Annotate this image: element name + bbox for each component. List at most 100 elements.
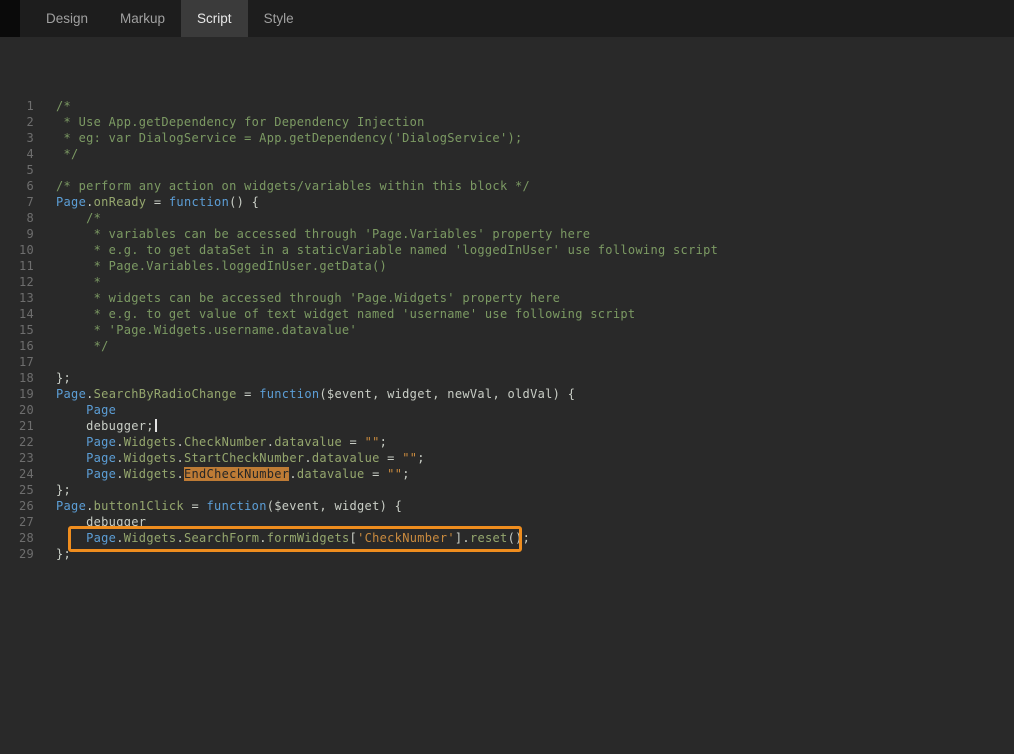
code-text: Page.Widgets.EndCheckNumber.datavalue = … xyxy=(34,466,410,482)
code-text: }; xyxy=(34,546,71,562)
code-line[interactable]: 26Page.button1Click = function($event, w… xyxy=(0,498,1014,514)
code-token: }; xyxy=(56,483,71,497)
code-token: (); xyxy=(508,531,531,545)
code-text: * xyxy=(34,274,101,290)
code-text: }; xyxy=(34,370,71,386)
line-number: 2 xyxy=(0,114,34,130)
tab-style[interactable]: Style xyxy=(248,0,310,37)
code-line[interactable]: 6/* perform any action on widgets/variab… xyxy=(0,178,1014,194)
code-line[interactable]: 11 * Page.Variables.loggedInUser.getData… xyxy=(0,258,1014,274)
code-line[interactable]: 2 * Use App.getDependency for Dependency… xyxy=(0,114,1014,130)
code-token: = xyxy=(365,467,388,481)
code-text: * 'Page.Widgets.username.datavalue' xyxy=(34,322,357,338)
line-number: 18 xyxy=(0,370,34,386)
code-line[interactable]: 1/* xyxy=(0,98,1014,114)
code-text: Page.SearchByRadioChange = function($eve… xyxy=(34,386,575,402)
line-number: 5 xyxy=(0,162,34,178)
code-text: debugger; xyxy=(34,418,157,434)
code-token: = xyxy=(184,499,207,513)
line-number: 24 xyxy=(0,466,34,482)
code-token: debugger; xyxy=(56,419,154,433)
code-text: /* xyxy=(34,98,71,114)
code-token: SearchByRadioChange xyxy=(94,387,237,401)
code-line[interactable]: 21 debugger; xyxy=(0,418,1014,434)
line-number: 27 xyxy=(0,514,34,530)
code-token: * widgets can be accessed through 'Page.… xyxy=(56,291,560,305)
code-line[interactable]: 4 */ xyxy=(0,146,1014,162)
line-number: 26 xyxy=(0,498,34,514)
line-number: 14 xyxy=(0,306,34,322)
code-token: () { xyxy=(229,195,259,209)
line-number: 16 xyxy=(0,338,34,354)
code-line[interactable]: 19Page.SearchByRadioChange = function($e… xyxy=(0,386,1014,402)
code-token: datavalue xyxy=(274,435,342,449)
tab-design[interactable]: Design xyxy=(30,0,104,37)
tab-script[interactable]: Script xyxy=(181,0,248,37)
tab-markup[interactable]: Markup xyxy=(104,0,181,37)
code-line[interactable]: 20 Page xyxy=(0,402,1014,418)
code-line[interactable]: 29}; xyxy=(0,546,1014,562)
code-text: Page.button1Click = function($event, wid… xyxy=(34,498,402,514)
code-line[interactable]: 5 xyxy=(0,162,1014,178)
code-token: * 'Page.Widgets.username.datavalue' xyxy=(56,323,357,337)
line-number: 29 xyxy=(0,546,34,562)
script-code-editor[interactable]: 1/*2 * Use App.getDependency for Depende… xyxy=(0,37,1014,754)
code-token: onReady xyxy=(94,195,147,209)
code-token: . xyxy=(176,531,184,545)
code-token: formWidgets xyxy=(267,531,350,545)
code-line[interactable]: 10 * e.g. to get dataSet in a staticVari… xyxy=(0,242,1014,258)
code-line[interactable]: 13 * widgets can be accessed through 'Pa… xyxy=(0,290,1014,306)
code-text: /* perform any action on widgets/variabl… xyxy=(34,178,530,194)
line-number: 15 xyxy=(0,322,34,338)
code-token: . xyxy=(304,451,312,465)
code-token: Page xyxy=(56,387,86,401)
code-token: /* xyxy=(56,99,71,113)
code-token: . xyxy=(116,467,124,481)
line-number: 3 xyxy=(0,130,34,146)
code-text: * e.g. to get dataSet in a staticVariabl… xyxy=(34,242,718,258)
code-line[interactable]: 25}; xyxy=(0,482,1014,498)
text-cursor xyxy=(155,419,157,432)
code-line[interactable]: 9 * variables can be accessed through 'P… xyxy=(0,226,1014,242)
code-line[interactable]: 17 xyxy=(0,354,1014,370)
code-line[interactable]: 27 debugger xyxy=(0,514,1014,530)
code-line[interactable]: 22 Page.Widgets.CheckNumber.datavalue = … xyxy=(0,434,1014,450)
code-lines: 1/*2 * Use App.getDependency for Depende… xyxy=(0,37,1014,562)
code-token: = xyxy=(380,451,403,465)
code-token: . xyxy=(259,531,267,545)
line-number: 9 xyxy=(0,226,34,242)
code-line[interactable]: 23 Page.Widgets.StartCheckNumber.dataval… xyxy=(0,450,1014,466)
code-token: . xyxy=(176,467,184,481)
code-line[interactable]: 24 Page.Widgets.EndCheckNumber.datavalue… xyxy=(0,466,1014,482)
code-line[interactable]: 18}; xyxy=(0,370,1014,386)
line-number: 11 xyxy=(0,258,34,274)
code-token xyxy=(56,435,86,449)
code-token xyxy=(56,467,86,481)
code-token: = xyxy=(237,387,260,401)
code-token: ($event, widget, newVal, oldVal) { xyxy=(319,387,575,401)
code-text: */ xyxy=(34,146,79,162)
code-token: * eg: var DialogService = App.getDepende… xyxy=(56,131,523,145)
code-line[interactable]: 15 * 'Page.Widgets.username.datavalue' xyxy=(0,322,1014,338)
code-token xyxy=(56,531,86,545)
code-text xyxy=(34,354,56,370)
code-line[interactable]: 28 Page.Widgets.SearchForm.formWidgets['… xyxy=(0,530,1014,546)
code-text: * eg: var DialogService = App.getDepende… xyxy=(34,130,523,146)
code-token: Page xyxy=(86,403,116,417)
line-number: 13 xyxy=(0,290,34,306)
code-line[interactable]: 12 * xyxy=(0,274,1014,290)
code-line[interactable]: 14 * e.g. to get value of text widget na… xyxy=(0,306,1014,322)
code-token: . xyxy=(86,195,94,209)
line-number: 6 xyxy=(0,178,34,194)
code-token: Widgets xyxy=(124,531,177,545)
code-token: 'CheckNumber' xyxy=(357,531,455,545)
line-number: 23 xyxy=(0,450,34,466)
line-number: 4 xyxy=(0,146,34,162)
code-line[interactable]: 7Page.onReady = function() { xyxy=(0,194,1014,210)
code-line[interactable]: 8 /* xyxy=(0,210,1014,226)
code-token: ]. xyxy=(455,531,470,545)
code-text: Page xyxy=(34,402,116,418)
code-token: * Page.Variables.loggedInUser.getData() xyxy=(56,259,387,273)
code-line[interactable]: 16 */ xyxy=(0,338,1014,354)
code-line[interactable]: 3 * eg: var DialogService = App.getDepen… xyxy=(0,130,1014,146)
